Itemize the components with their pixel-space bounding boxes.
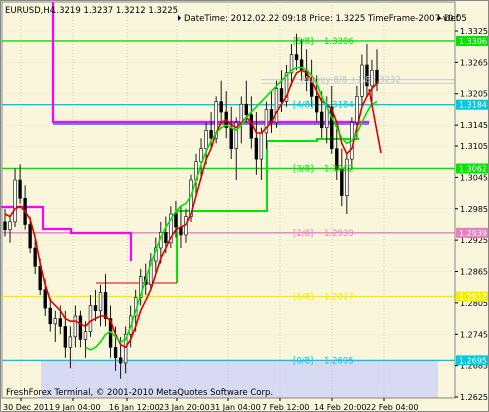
price-tag-label: 1.2695	[459, 356, 487, 365]
candle-body	[294, 54, 299, 61]
candle-body	[239, 103, 243, 123]
y-tick-label: 1.3145	[460, 121, 488, 130]
candle-body	[174, 213, 178, 228]
candle-body	[113, 347, 118, 359]
candle-body	[28, 224, 32, 249]
candle-body	[209, 130, 213, 139]
candle-body	[93, 305, 98, 312]
y-tick-label: 1.2985	[460, 205, 488, 214]
candle-body	[314, 96, 319, 113]
x-tick-label: 14 Feb 20:00	[314, 403, 366, 412]
murrey-level-value: 1.3306	[324, 37, 354, 47]
copyright-label: FreshForex Terminal, © 2001-2010 MetaQuo…	[6, 388, 273, 398]
y-tick-label: 1.3045	[460, 173, 488, 182]
y-tick-label: 1.2745	[460, 330, 488, 339]
candle-body	[83, 331, 88, 340]
candle-body	[43, 289, 47, 309]
price-tag-label: 1.3062	[459, 165, 487, 174]
murrey-level-value: 1.3062	[324, 165, 354, 175]
candle-body	[68, 336, 73, 348]
candle-body	[33, 247, 37, 267]
murrey-level-value: 1.3184	[324, 101, 354, 111]
y-tick-label: 1.3205	[460, 90, 488, 99]
x-tick-label: 22 Feb 04:00	[366, 403, 418, 412]
x-tick-label: 31 Jan 04:00	[210, 403, 261, 412]
candle-body	[3, 221, 7, 230]
x-tick-label: 30 Dec 2011	[3, 403, 54, 412]
red-projection-line	[368, 88, 382, 154]
price-tag-label: 1.2939	[459, 229, 487, 238]
candle-body	[88, 305, 93, 332]
candle-body	[58, 318, 62, 327]
x-tick-label: 16 Jan 12:00	[109, 403, 160, 412]
price-tag-label: 1.3306	[459, 37, 487, 46]
candle-body	[249, 114, 254, 139]
candle-body	[259, 132, 264, 160]
candle-body	[204, 130, 208, 149]
x-tick-label: 23 Jan 20:00	[159, 403, 210, 412]
y-tick-label: 1.2865	[460, 268, 488, 277]
y-tick-label: 1.2625	[460, 393, 488, 402]
x-tick-label: 9 Jan 04:00	[55, 403, 101, 412]
faded-level-name: Murrey 8/8 +1/8	[301, 76, 371, 86]
candle-body	[73, 315, 78, 338]
murrey-level-name: [3/8]	[293, 165, 313, 175]
murrey-level-name: [5/8]	[293, 37, 313, 47]
candle-body	[48, 307, 52, 325]
y-tick-label: 1.3325	[460, 27, 488, 36]
candle-body	[18, 179, 22, 199]
murrey-level-name: [1/8]	[293, 293, 313, 303]
info-arrow-icon	[178, 15, 181, 21]
y-tick-label: 1.3105	[460, 142, 488, 151]
murrey-level-value: 1.2817	[324, 293, 354, 303]
price-chart[interactable]: [5/8] 1.3306 [4/8] 1.3184 [3/8] 1.3062 [2/8] 1.…	[1, 1, 489, 412]
green-trailing-line	[176, 138, 359, 283]
candle-body	[103, 292, 108, 319]
symbol-label: EURUSD,H4	[5, 6, 55, 16]
candle-body	[53, 318, 57, 325]
chart-window[interactable]: [5/8] 1.3306 [4/8] 1.3184 [3/8] 1.3062 [2/8] 1.…	[0, 0, 489, 412]
candle-body	[63, 326, 68, 348]
candle-body	[118, 357, 123, 364]
candle-body	[229, 127, 233, 149]
candle-body	[98, 292, 103, 312]
price-tag-label: 1.2817	[459, 293, 487, 302]
murrey-level-name: [4/8]	[293, 101, 313, 111]
murrey-level-value: 1.2939	[324, 229, 354, 239]
candle-body	[320, 111, 324, 129]
candle-body	[279, 88, 284, 102]
candle-body	[8, 221, 12, 230]
y-tick-label: 1.3265	[460, 58, 488, 67]
def-label: Def	[444, 14, 460, 24]
candle-body	[244, 103, 248, 115]
murrey-level-name: [2/8]	[293, 229, 313, 239]
info-label: DateTime: 2012.02.22 09:18 Price: 1.3225…	[184, 14, 467, 24]
murrey-level-name: [0/8]	[293, 356, 313, 366]
faded-level-value: 1.3232	[371, 76, 401, 86]
x-tick-label: 7 Feb 12:00	[262, 403, 309, 412]
price-tag-label: 1.3184	[459, 101, 487, 110]
candle-body	[274, 88, 279, 123]
candle-body	[219, 101, 223, 113]
candle-body	[13, 179, 17, 223]
candle-body	[254, 137, 259, 160]
candle-body	[164, 232, 168, 244]
murrey-level-value: 1.2695	[324, 356, 354, 366]
candle-body	[78, 315, 83, 340]
magenta-support-line	[1, 205, 133, 261]
ohlc-label: 1.3219 1.3237 1.3212 1.3225	[51, 6, 178, 16]
candle-body	[355, 96, 359, 123]
